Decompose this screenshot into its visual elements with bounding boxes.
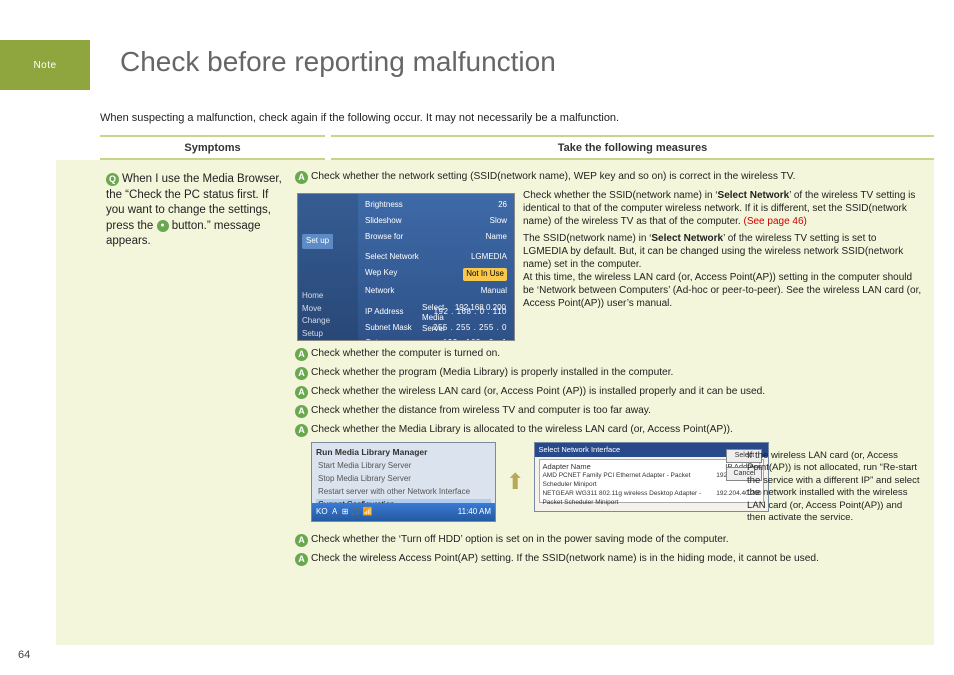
a-badge: A bbox=[295, 386, 308, 399]
measure-row: ACheck whether the distance from wireles… bbox=[295, 404, 922, 418]
left-item: Change bbox=[302, 316, 354, 327]
row-l: Wep Key bbox=[365, 268, 397, 281]
a-badge: A bbox=[295, 405, 308, 418]
a-badge: A bbox=[295, 348, 308, 361]
row: NETGEAR WG311 802.11g wireless Desktop A… bbox=[542, 490, 716, 508]
measures-header: Take the following measures bbox=[331, 135, 934, 160]
measure-text: Check whether the ‘Turn off HDD’ option … bbox=[311, 533, 922, 547]
content-panel: QWhen I use the Media Browser, the “Chec… bbox=[56, 160, 934, 645]
taskbar-lang: KO bbox=[316, 507, 328, 516]
row-l: Brightness bbox=[365, 200, 403, 211]
measure-text: Check whether the wireless LAN card (or,… bbox=[311, 385, 922, 399]
screenshot-select-network: Select Network Interface Adapter NameIP … bbox=[534, 442, 769, 512]
a-badge: A bbox=[295, 367, 308, 380]
setup-tab: Set up bbox=[302, 234, 333, 249]
measures-column: A Check whether the network setting (SSI… bbox=[291, 166, 924, 637]
column-headers: Symptoms Take the following measures bbox=[100, 135, 934, 160]
taskbar: KO A ⊞ 🎵 📶 11:40 AM bbox=[312, 503, 495, 521]
page-ref: (See page 46) bbox=[743, 216, 806, 227]
q-badge: Q bbox=[106, 173, 119, 186]
a-badge: A bbox=[295, 171, 308, 184]
ip-l: IP Address bbox=[365, 307, 404, 318]
screenshot-context-menu: Run Media Library Manager Start Media Li… bbox=[311, 442, 496, 522]
ip-l: Gateway bbox=[365, 338, 397, 341]
left-item: Setup bbox=[302, 329, 354, 340]
t: Check whether the SSID(network name) in … bbox=[523, 190, 718, 201]
menu-item: Restart server with other Network Interf… bbox=[316, 486, 491, 499]
ip-l: Subnet Mask bbox=[365, 323, 412, 334]
measure-text: Check whether the distance from wireless… bbox=[311, 404, 922, 418]
a-badge: A bbox=[295, 424, 308, 437]
footer-r: 192.168.0.200 bbox=[455, 303, 506, 335]
menu-title: Run Media Library Manager bbox=[316, 447, 491, 458]
row-r: 26 bbox=[498, 200, 507, 211]
measure-row: ACheck whether the computer is turned on… bbox=[295, 347, 922, 361]
a-badge: A bbox=[295, 534, 308, 547]
measure-row: A Check whether the network setting (SSI… bbox=[295, 170, 922, 184]
page-number: 64 bbox=[18, 649, 30, 661]
symptom-column: QWhen I use the Media Browser, the “Chec… bbox=[66, 166, 291, 637]
measure-row: ACheck whether the program (Media Librar… bbox=[295, 366, 922, 380]
row-l: Browse for bbox=[365, 232, 403, 243]
left-item: Home bbox=[302, 291, 354, 302]
measure-row: ACheck whether the wireless LAN card (or… bbox=[295, 385, 922, 399]
row-r: Slow bbox=[490, 216, 507, 227]
row-r-highlight: Not In Use bbox=[463, 268, 507, 281]
footer-l: Select Media Server bbox=[422, 303, 455, 335]
row-r: Name bbox=[486, 232, 507, 243]
measure-text: Check whether the program (Media Library… bbox=[311, 366, 922, 380]
bold: Select Network bbox=[651, 233, 723, 244]
taskbar-time: 11:40 AM bbox=[458, 507, 491, 518]
measure-row: ACheck the wireless Access Point(AP) set… bbox=[295, 552, 922, 566]
t: The SSID(network name) in ‘ bbox=[523, 233, 651, 244]
measure-text: Check whether the network setting (SSID(… bbox=[311, 170, 922, 184]
row-l: Select Network bbox=[365, 252, 419, 263]
bottom-note: If the wireless LAN card (or, Access Poi… bbox=[747, 450, 922, 525]
left-item: Move bbox=[302, 304, 354, 315]
measure-text: Check whether the computer is turned on. bbox=[311, 347, 922, 361]
intro-text: When suspecting a malfunction, check aga… bbox=[100, 112, 619, 124]
symptoms-header: Symptoms bbox=[100, 135, 325, 160]
note-tab: Note bbox=[0, 40, 90, 90]
bold: Select Network bbox=[718, 190, 790, 201]
page-title: Check before reporting malfunction bbox=[120, 46, 556, 78]
row-l: Network bbox=[365, 286, 394, 297]
record-button-icon: ● bbox=[157, 220, 169, 232]
col-l: Adapter Name bbox=[542, 462, 590, 472]
row-r: LGMEDIA bbox=[471, 252, 507, 263]
listbox: Adapter NameIP Address AMD PCNET Family … bbox=[539, 459, 764, 503]
row-l: Slideshow bbox=[365, 216, 401, 227]
screenshot-1-block: Set up Home Move Change Setup Brightness… bbox=[295, 189, 922, 347]
ip-r: 192 . 168 . 0 . 1 bbox=[443, 338, 507, 341]
arrow-up-icon: ⬆ bbox=[506, 471, 524, 493]
taskbar-a: A bbox=[332, 507, 337, 516]
menu-item: Stop Media Library Server bbox=[316, 473, 491, 486]
measure-text: Check the wireless Access Point(AP) sett… bbox=[311, 552, 922, 566]
row-r: Manual bbox=[481, 286, 507, 297]
menu-item: Start Media Library Server bbox=[316, 460, 491, 473]
measure-row: ACheck whether the Media Library is allo… bbox=[295, 423, 922, 437]
measure-text: Check whether the Media Library is alloc… bbox=[311, 423, 922, 437]
t: ’ of the wireless TV setting is set to L… bbox=[523, 233, 921, 309]
a-badge: A bbox=[295, 553, 308, 566]
screenshot-setup: Set up Home Move Change Setup Brightness… bbox=[297, 193, 515, 341]
row: AMD PCNET Family PCI Ethernet Adapter - … bbox=[542, 472, 716, 490]
measure-row: ACheck whether the ‘Turn off HDD’ option… bbox=[295, 533, 922, 547]
